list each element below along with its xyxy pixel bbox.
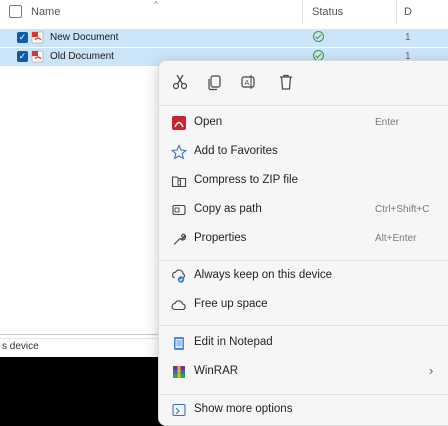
context-menu: A Open Enter Add to Favorites Compress t… xyxy=(158,60,448,426)
menu-item-label: Show more options xyxy=(194,403,293,415)
column-divider[interactable] xyxy=(396,0,397,24)
delete-icon[interactable] xyxy=(277,73,295,91)
column-date-header[interactable]: D xyxy=(404,6,412,18)
menu-item-show-more-options[interactable]: Show more options xyxy=(163,397,448,423)
row-checkbox-checked[interactable]: ✓ xyxy=(17,51,28,62)
menu-item-label: Always keep on this device xyxy=(194,269,333,281)
file-date: 1 xyxy=(405,32,411,43)
status-available-icon xyxy=(313,31,324,42)
menu-item-label: Open xyxy=(194,116,223,128)
menu-item-label: Add to Favorites xyxy=(194,145,278,157)
menu-item-label: Edit in Notepad xyxy=(194,336,273,348)
menu-item-edit-in-notepad[interactable]: Edit in Notepad xyxy=(163,330,448,356)
pdf-file-icon xyxy=(31,50,44,63)
chevron-right-icon: › xyxy=(429,363,434,378)
dark-panel xyxy=(0,357,164,426)
rename-icon[interactable]: A xyxy=(239,73,257,91)
menu-item-label: Copy as path xyxy=(194,203,262,215)
menu-item-compress-zip[interactable]: Compress to ZIP file xyxy=(163,168,448,194)
file-row[interactable]: ✓ New Document 1 xyxy=(0,29,448,47)
more-options-icon xyxy=(172,403,186,417)
menu-item-open[interactable]: Open Enter xyxy=(163,110,448,136)
column-status-header[interactable]: Status xyxy=(312,6,343,18)
left-pane-label: s device xyxy=(2,341,39,352)
star-icon xyxy=(171,144,187,160)
menu-item-shortcut: Ctrl+Shift+C xyxy=(375,204,430,215)
copy-path-icon xyxy=(172,204,186,216)
cloud-sync-icon xyxy=(172,269,185,283)
file-name: New Document xyxy=(50,32,119,43)
menu-item-winrar[interactable]: WinRAR › xyxy=(163,359,448,385)
menu-item-label: WinRAR xyxy=(194,365,239,377)
column-header-row: Name ^ Status D xyxy=(0,0,448,24)
cloud-icon xyxy=(171,300,186,311)
pdf-app-icon xyxy=(172,116,186,130)
notepad-icon xyxy=(174,337,184,350)
zip-folder-icon xyxy=(171,176,187,188)
menu-item-label: Compress to ZIP file xyxy=(194,174,298,186)
copy-icon[interactable] xyxy=(205,73,223,91)
menu-item-label: Properties xyxy=(194,232,247,244)
select-all-checkbox[interactable] xyxy=(9,5,22,18)
winrar-icon xyxy=(173,366,185,378)
svg-text:A: A xyxy=(245,79,250,87)
menu-separator xyxy=(159,325,448,326)
cut-icon[interactable] xyxy=(171,73,189,91)
menu-item-always-keep-on-device[interactable]: Always keep on this device xyxy=(163,263,448,289)
menu-item-add-to-favorites[interactable]: Add to Favorites xyxy=(163,139,448,165)
wrench-icon xyxy=(173,233,187,245)
menu-separator xyxy=(159,260,448,261)
menu-item-shortcut: Enter xyxy=(375,117,399,128)
sort-caret-icon: ^ xyxy=(154,0,158,9)
pdf-file-icon xyxy=(31,31,44,44)
menu-separator xyxy=(159,105,448,106)
context-menu-toolbar: A xyxy=(159,61,448,105)
menu-separator xyxy=(159,394,448,395)
pane-divider xyxy=(0,334,160,335)
row-checkbox-checked[interactable]: ✓ xyxy=(17,32,28,43)
pane-divider xyxy=(0,338,160,339)
column-divider[interactable] xyxy=(302,0,303,24)
file-name: Old Document xyxy=(50,51,114,62)
menu-item-properties[interactable]: Properties Alt+Enter xyxy=(163,226,448,252)
menu-item-shortcut: Alt+Enter xyxy=(375,233,417,244)
column-name-header[interactable]: Name xyxy=(31,6,60,18)
menu-item-free-up-space[interactable]: Free up space xyxy=(163,292,448,318)
menu-item-copy-as-path[interactable]: Copy as path Ctrl+Shift+C xyxy=(163,197,448,223)
menu-item-label: Free up space xyxy=(194,298,268,310)
